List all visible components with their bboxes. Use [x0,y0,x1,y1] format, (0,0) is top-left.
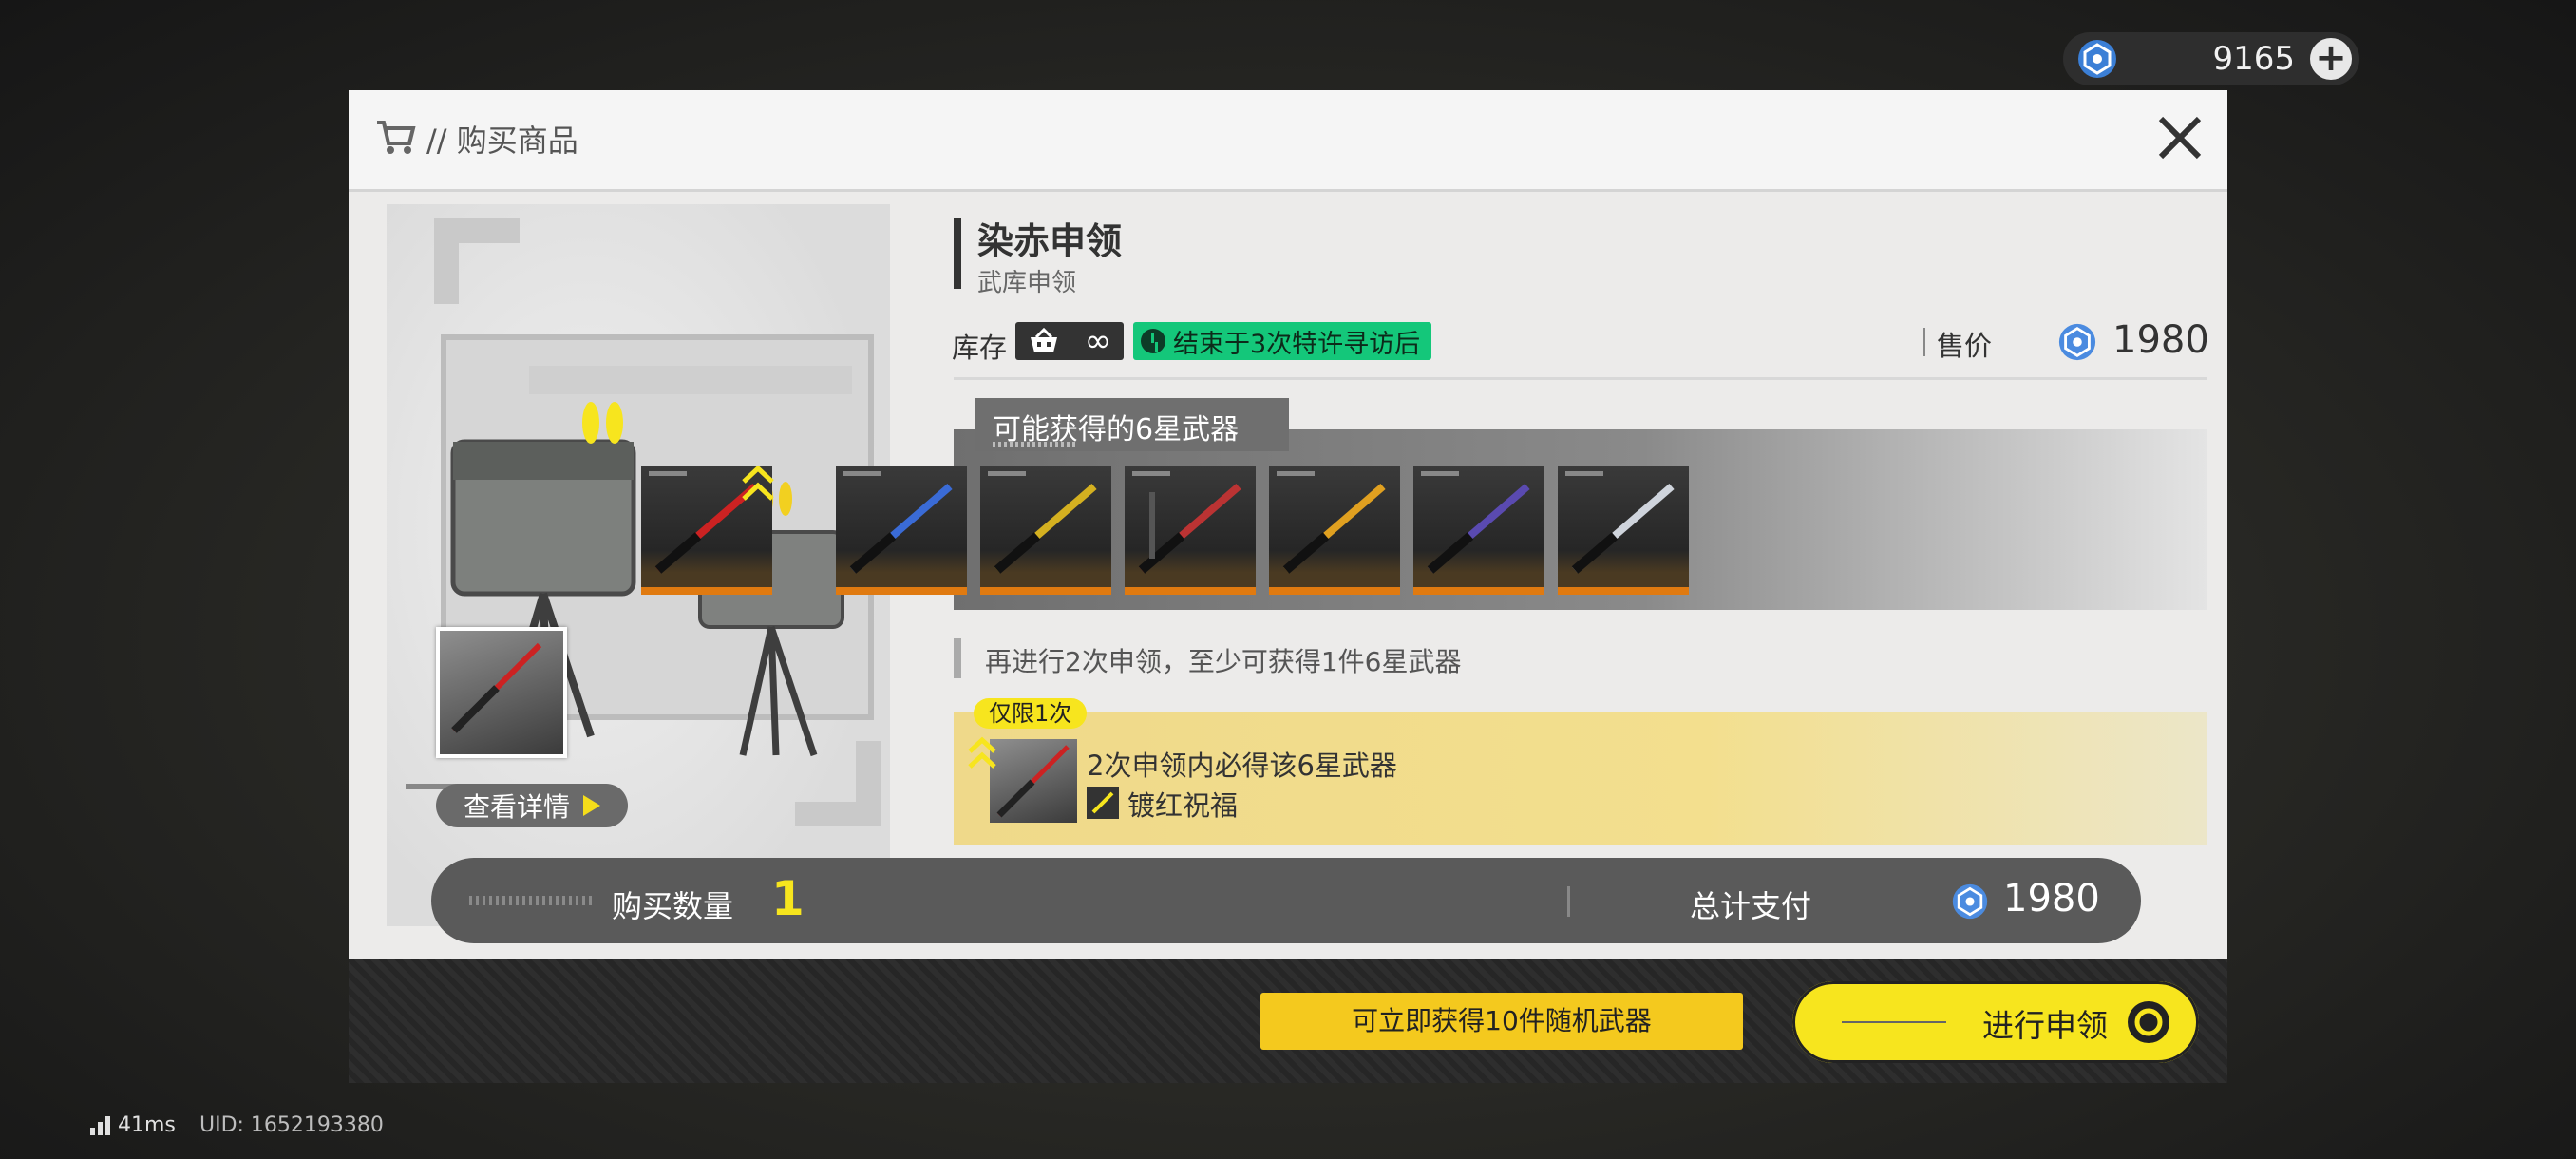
corner-bracket [434,218,520,304]
expiry-text: 结束于3次特许寻访后 [1173,329,1421,359]
guarantee-text: 2次申领内必得该6星武器 [1087,750,1397,782]
price-value: 1980 [2112,318,2209,362]
play-triangle-icon [583,795,600,816]
view-details-label: 查看详情 [463,791,570,823]
infinity-icon: ∞ [1084,322,1112,360]
plus-icon: + [2315,36,2347,80]
blessing-text: 镀红祝福 [1127,789,1239,822]
weapon-card[interactable] [1269,466,1400,595]
total-label: 总计支付 [1690,888,1812,924]
gem-icon [1952,884,1988,920]
clock-icon [1141,329,1165,353]
quantity-label: 购买数量 [612,888,734,924]
limit-tag: 仅限1次 [974,698,1088,729]
item-category: 武库申领 [977,269,1077,297]
stock-label: 库存 [952,332,1008,364]
price-label: 售价 [1937,330,1993,362]
button-decor-line [1842,1021,1946,1023]
signal-icon [90,1115,110,1135]
pity-note: 再进行2次申领，至少可获得1件6星武器 [985,646,1462,677]
item-name: 染赤申领 [977,220,1123,262]
cart-icon [377,121,416,154]
divider [954,377,2207,380]
divider [1567,886,1570,917]
chevron-up-icon [968,736,996,769]
random-weapons-hint-button[interactable]: 可立即获得10件随机武器 [1260,993,1743,1050]
divider [1923,328,1925,356]
claim-button[interactable]: 进行申领 [1792,981,2199,1063]
claim-button-label: 进行申领 [1982,1007,2108,1044]
currency-amount: 9165 [2212,40,2295,78]
close-icon[interactable] [2153,111,2207,164]
sword-icon [1087,787,1119,819]
quantity-bar: 购买数量 1 总计支付 1980 [431,858,2141,943]
decor-dots [469,896,593,905]
guarantee-weapon-thumbnail[interactable] [990,739,1077,823]
corner-bracket [795,741,881,826]
divider [1149,492,1155,559]
stock-badge: ∞ [1015,322,1124,360]
weapon-card[interactable] [1413,466,1544,595]
add-currency-button[interactable]: + [2310,38,2352,80]
refresh-icon [2128,1001,2169,1043]
total-value: 1980 [2003,877,2100,921]
chevron-up-icon [742,465,774,501]
quantity-value[interactable]: 1 [771,871,805,926]
user-id: UID: 1652193380 [199,1113,384,1137]
currency-display: 9165 + [2063,32,2359,86]
tab-stripe [993,442,1078,447]
weapon-card[interactable] [980,466,1111,595]
weapon-card[interactable] [836,466,967,595]
note-accent-bar [954,638,961,678]
weapon-pool-tab: 可能获得的6星武器 [975,398,1289,451]
basket-icon [1030,328,1057,352]
purchase-dialog: // 购买商品 查看详情 染赤申领 武库申领 库存 ∞ 结束于3次特许寻访后 售… [349,90,2227,1083]
title-accent-bar [954,218,961,289]
network-status: 41ms [90,1113,176,1137]
weapon-card[interactable] [1558,466,1689,595]
gem-icon [2078,40,2116,78]
dialog-title: // 购买商品 [426,123,578,159]
view-details-button[interactable]: 查看详情 [436,784,628,827]
weapon-card[interactable] [1125,466,1256,595]
gem-icon [2058,323,2096,361]
ping-value: 41ms [118,1113,176,1137]
dialog-header: // 购买商品 [349,90,2227,192]
expiry-badge: 结束于3次特许寻访后 [1133,322,1432,360]
item-thumbnail[interactable] [436,627,567,758]
